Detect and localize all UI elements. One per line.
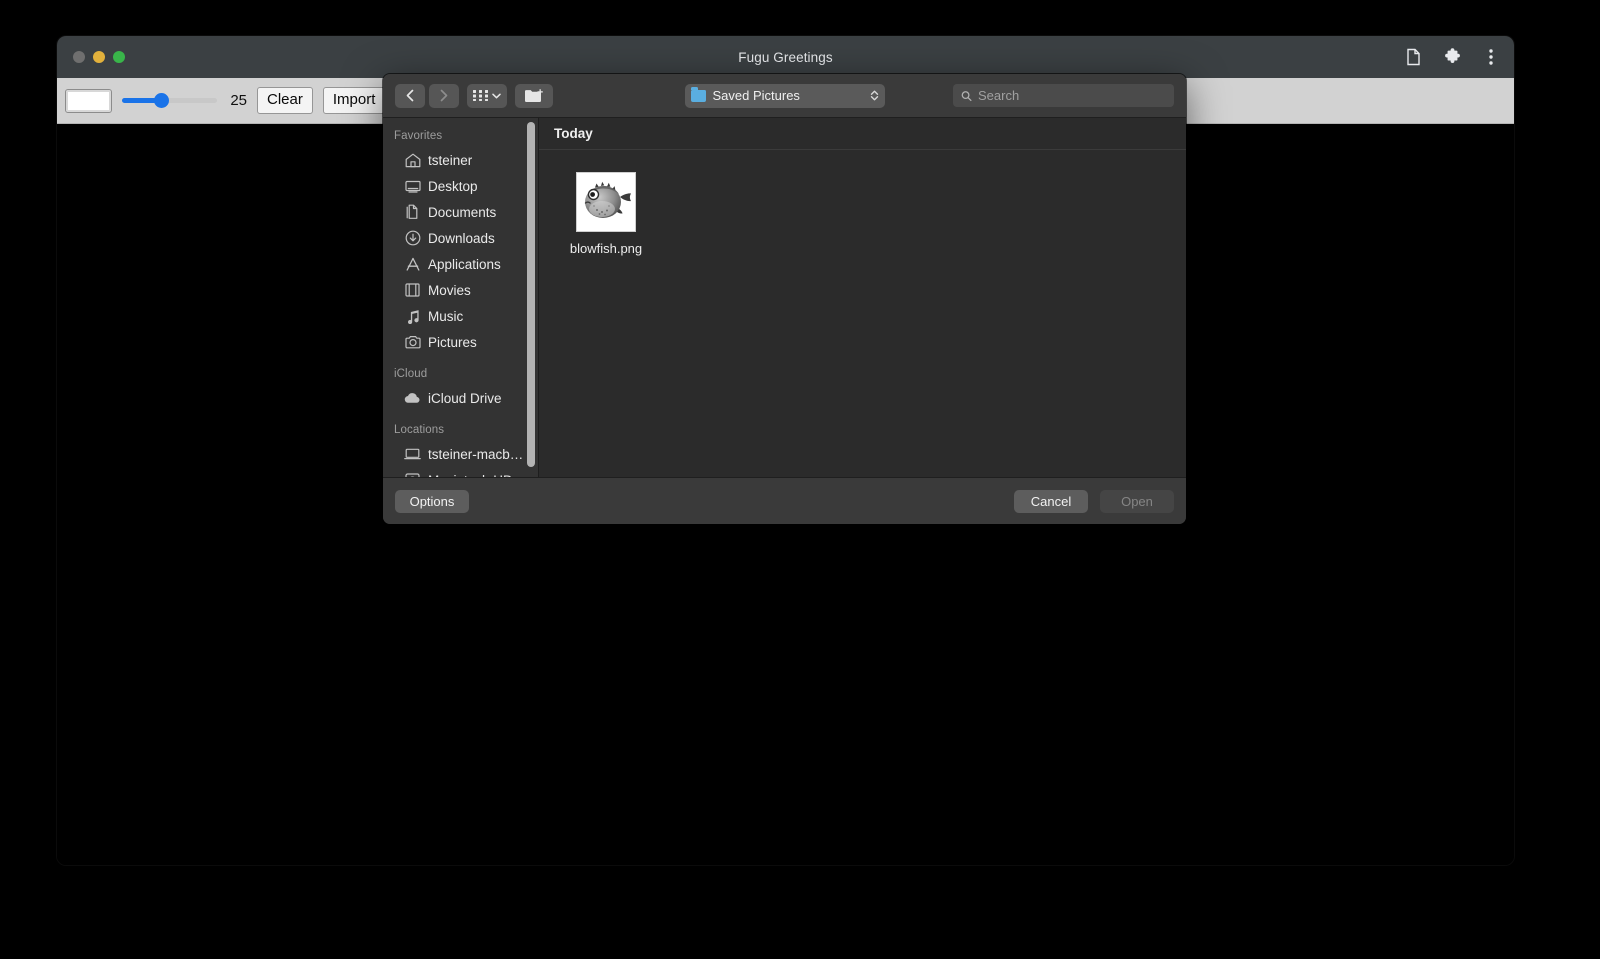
page-icon[interactable] bbox=[1402, 46, 1424, 68]
sidebar-section-favorites-header: Favorites bbox=[394, 130, 443, 142]
search-input[interactable] bbox=[978, 88, 1166, 103]
sidebar-item-label: Applications bbox=[428, 256, 501, 272]
sidebar-item-label: tsteiner bbox=[428, 152, 473, 168]
desktop-backdrop: Fugu Greetings 25 Clear Import Saved Pic… bbox=[0, 0, 1600, 959]
dialog-body: Favorites tsteiner Desktop Documents Dow… bbox=[383, 117, 1186, 477]
sidebar-section-locations-header: Locations bbox=[394, 424, 445, 436]
chevron-down-icon bbox=[492, 93, 501, 98]
sidebar-item-label: Macintosh HD bbox=[428, 473, 513, 478]
sidebar-item-documents[interactable]: Documents bbox=[383, 199, 538, 225]
options-button[interactable]: Options bbox=[395, 489, 469, 513]
search-icon bbox=[961, 90, 972, 101]
dialog-toolbar: Saved Pictures bbox=[383, 74, 1186, 117]
maximize-window-button[interactable] bbox=[113, 51, 125, 63]
open-button[interactable]: Open bbox=[1100, 489, 1174, 513]
sidebar-item-tsteiner-macbook[interactable]: tsteiner-macb… bbox=[383, 441, 538, 467]
slider-value-label: 25 bbox=[230, 92, 247, 109]
cloud-icon bbox=[404, 390, 421, 407]
documents-icon bbox=[404, 204, 421, 221]
dialog-footer: Options Cancel Open bbox=[383, 477, 1186, 524]
folder-icon bbox=[690, 87, 706, 102]
sidebar-item-label: iCloud Drive bbox=[428, 390, 502, 406]
window-title: Fugu Greetings bbox=[738, 49, 833, 65]
file-open-dialog: Saved Pictures Search Favorites tsteiner… bbox=[383, 74, 1186, 524]
extensions-icon[interactable] bbox=[1441, 46, 1463, 68]
file-thumbnail bbox=[576, 172, 636, 232]
file-list-pane: Today blowfish.png bbox=[538, 118, 1186, 477]
sidebar-item-movies[interactable]: Movies bbox=[383, 277, 538, 303]
movies-icon bbox=[404, 282, 421, 299]
stepper-chevrons-icon bbox=[870, 89, 879, 102]
home-icon bbox=[404, 152, 421, 169]
desktop-icon bbox=[404, 178, 421, 195]
new-folder-button[interactable] bbox=[515, 83, 553, 108]
line-width-slider[interactable] bbox=[122, 90, 217, 112]
file-grid: blowfish.png bbox=[539, 150, 1186, 477]
file-group-header: Today bbox=[539, 118, 1186, 150]
sidebar-item-desktop[interactable]: Desktop bbox=[383, 173, 538, 199]
sidebar-item-label: tsteiner-macb… bbox=[428, 446, 524, 462]
sidebar-item-macintosh-hd[interactable]: Macintosh HD bbox=[383, 467, 538, 477]
grid-icon bbox=[473, 90, 488, 101]
sidebar-item-label: Movies bbox=[428, 282, 471, 298]
more-menu-icon[interactable] bbox=[1480, 46, 1502, 68]
sidebar-item-icloud-drive[interactable]: iCloud Drive bbox=[383, 385, 538, 411]
dialog-primary-actions: Cancel Open bbox=[1014, 489, 1174, 513]
blowfish-image bbox=[584, 181, 631, 218]
downloads-icon bbox=[404, 230, 421, 247]
sidebar-item-label: Documents bbox=[428, 204, 497, 220]
sidebar-item-label: Music bbox=[428, 308, 464, 324]
slider-thumb[interactable] bbox=[153, 93, 169, 108]
music-icon bbox=[404, 308, 421, 325]
import-button[interactable]: Import bbox=[322, 86, 386, 115]
path-current-label: Saved Pictures bbox=[712, 88, 800, 103]
file-item[interactable]: blowfish.png bbox=[561, 172, 651, 256]
sidebar-item-tsteiner[interactable]: tsteiner bbox=[383, 147, 538, 173]
dialog-sidebar: Favorites tsteiner Desktop Documents Dow… bbox=[383, 118, 538, 477]
sidebar-item-music[interactable]: Music bbox=[383, 303, 538, 329]
applications-icon bbox=[404, 256, 421, 273]
clear-button[interactable]: Clear bbox=[257, 86, 313, 115]
sidebar-item-pictures[interactable]: Pictures bbox=[383, 329, 538, 355]
laptop-icon bbox=[404, 446, 421, 463]
sidebar-item-label: Desktop bbox=[428, 178, 478, 194]
harddisk-icon bbox=[404, 472, 421, 477]
navigation-buttons bbox=[395, 83, 459, 108]
sidebar-section-icloud-header: iCloud bbox=[394, 368, 428, 380]
color-picker-swatch[interactable] bbox=[65, 88, 112, 113]
sidebar-item-applications[interactable]: Applications bbox=[383, 251, 538, 277]
back-button[interactable] bbox=[395, 83, 425, 108]
sidebar-item-label: Pictures bbox=[428, 334, 477, 350]
traffic-light-group bbox=[73, 51, 125, 63]
pictures-icon bbox=[404, 334, 421, 351]
minimize-window-button[interactable] bbox=[93, 51, 105, 63]
file-name-label: blowfish.png bbox=[569, 241, 643, 256]
view-mode-button[interactable] bbox=[467, 83, 507, 108]
close-window-button[interactable] bbox=[73, 51, 85, 63]
window-titlebar: Fugu Greetings bbox=[57, 36, 1514, 78]
new-folder-icon bbox=[525, 88, 543, 102]
sidebar-item-label: Downloads bbox=[428, 230, 495, 246]
search-field[interactable] bbox=[953, 84, 1174, 107]
titlebar-actions bbox=[1402, 46, 1502, 68]
sidebar-scrollbar[interactable] bbox=[527, 122, 535, 467]
cancel-button[interactable]: Cancel bbox=[1014, 489, 1088, 513]
forward-button[interactable] bbox=[429, 83, 459, 108]
path-dropdown[interactable]: Saved Pictures bbox=[684, 83, 885, 108]
sidebar-item-downloads[interactable]: Downloads bbox=[383, 225, 538, 251]
